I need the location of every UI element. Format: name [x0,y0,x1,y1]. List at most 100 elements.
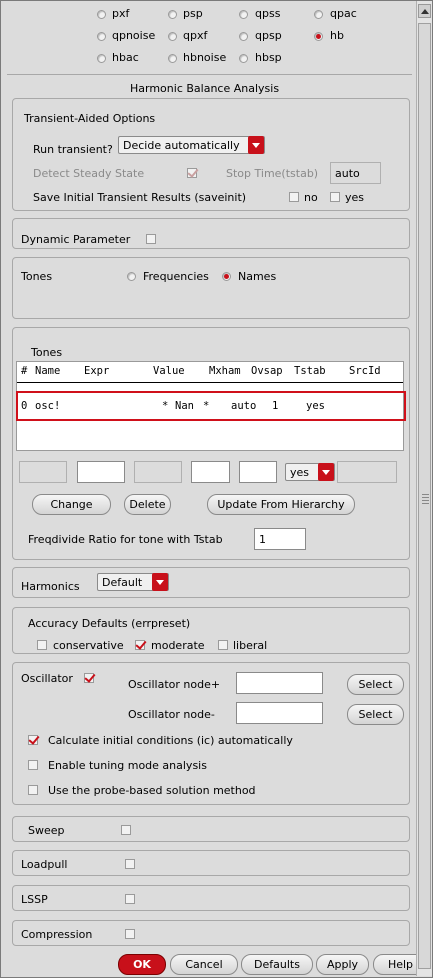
accuracy-group: Accuracy Defaults (errpreset) conservati… [12,607,410,654]
ok-button[interactable]: OK [118,954,166,975]
radio-names[interactable] [222,272,231,281]
radio-qpxf[interactable] [168,32,177,41]
radio-qpsp-label: qpsp [255,29,282,42]
radio-qpss[interactable] [239,10,248,19]
freqdivide-field[interactable]: 1 [254,528,306,550]
edit-value-field[interactable] [134,461,182,483]
select-node-plus-button[interactable]: Select [347,674,404,695]
tones-table: # Name Expr Value Mxham Ovsap Tstab SrcI… [16,361,406,451]
radio-hbac-label: hbac [112,51,139,64]
radio-pxf[interactable] [97,10,106,19]
ic-checkbox[interactable] [28,735,38,745]
lssp-group: LSSP [12,885,410,911]
separator [7,74,412,75]
detect-steady-state-checkbox[interactable] [187,168,197,178]
transient-options-title: Transient-Aided Options [24,112,156,125]
harmonics-select[interactable]: Default [97,573,169,591]
save-initial-yes-checkbox[interactable] [330,192,340,202]
radio-hb[interactable] [314,32,323,41]
probe-method-checkbox[interactable] [28,785,38,795]
freqdivide-label: Freqdivide Ratio for tone with Tstab [28,533,223,546]
row-srcid: yes [306,400,325,412]
scrollbar-thumb[interactable] [418,23,431,969]
dynamic-parameter-checkbox[interactable] [146,234,156,244]
radio-qpnoise[interactable] [97,32,106,41]
oscillator-checkbox[interactable] [84,673,94,683]
row-mxham: * [203,400,210,412]
run-transient-value: Decide automatically [123,139,240,152]
stop-time-value: auto [335,167,360,180]
tones-mode-group: Tones Frequencies Names [12,257,410,319]
edit-expr-field[interactable] [77,461,125,483]
liberal-checkbox[interactable] [218,640,228,650]
radio-names-label: Names [238,270,277,283]
loadpull-group: Loadpull [12,850,410,876]
radio-frequencies-label: Frequencies [143,270,209,283]
save-initial-yes-label: yes [345,191,365,204]
moderate-checkbox[interactable] [135,640,145,650]
radio-hbnoise-label: hbnoise [183,51,227,64]
freqdivide-value: 1 [259,533,266,546]
lssp-checkbox[interactable] [125,894,135,904]
row-expr: * [162,400,169,412]
oscillator-node-minus-field[interactable] [236,702,323,724]
radio-psp-label: psp [183,7,203,20]
compression-checkbox[interactable] [125,929,135,939]
save-initial-no-checkbox[interactable] [289,192,299,202]
tones-mode-label: Tones [21,270,53,283]
radio-psp[interactable] [168,10,177,19]
radio-qpac[interactable] [314,10,323,19]
probe-method-label: Use the probe-based solution method [48,784,256,797]
harmonics-group: Harmonics Default [12,567,410,598]
oscillator-group: Oscillator Oscillator node+ Select Oscil… [12,662,410,805]
radio-hbnoise[interactable] [168,54,177,63]
stop-time-label: Stop Time(tstab) [226,167,319,180]
loadpull-checkbox[interactable] [125,859,135,869]
oscillator-label: Oscillator [21,672,73,685]
tones-table-title: Tones [31,346,63,359]
vertical-scrollbar[interactable] [416,1,432,976]
cancel-button[interactable]: Cancel [170,954,238,975]
conservative-checkbox[interactable] [37,640,47,650]
chevron-down-icon [248,136,264,154]
change-button[interactable]: Change [32,494,111,515]
col-header-value: Value [153,365,185,377]
stop-time-field[interactable]: auto [330,162,381,184]
radio-hbsp-label: hbsp [255,51,282,64]
radio-qpsp[interactable] [239,32,248,41]
lssp-label: LSSP [21,893,48,906]
compression-label: Compression [21,928,93,941]
run-transient-select[interactable]: Decide automatically [118,136,265,154]
defaults-button[interactable]: Defaults [241,954,313,975]
edit-srcid-field[interactable] [337,461,397,483]
radio-frequencies[interactable] [127,272,136,281]
tuning-mode-checkbox[interactable] [28,760,38,770]
sweep-group: Sweep [12,816,410,842]
radio-qpxf-label: qpxf [183,29,208,42]
harmonics-label: Harmonics [21,580,80,593]
scroll-up-icon[interactable] [418,4,431,18]
apply-button[interactable]: Apply [316,954,369,975]
tuning-mode-label: Enable tuning mode analysis [48,759,207,772]
sweep-label: Sweep [28,824,65,837]
hb-options-dialog: pxf psp qpss qpac qpnoise qpxf qpsp hb h… [0,0,433,978]
edit-tstab-select[interactable]: yes [285,463,335,481]
row-num: 0 [21,400,28,412]
edit-ovsap-field[interactable] [239,461,277,483]
update-from-hierarchy-button[interactable]: Update From Hierarchy [207,494,355,515]
chevron-down-icon [318,463,334,481]
radio-pxf-label: pxf [112,7,130,20]
radio-hbsp[interactable] [239,54,248,63]
edit-name-field[interactable] [19,461,67,483]
table-row[interactable]: 0 osc! * Nan * auto 1 yes [16,391,406,421]
oscillator-node-plus-field[interactable] [236,672,323,694]
delete-button[interactable]: Delete [124,494,171,515]
sweep-checkbox[interactable] [121,825,131,835]
edit-mxham-field[interactable] [191,461,230,483]
select-node-minus-button[interactable]: Select [347,704,404,725]
col-header-num: # [21,365,28,377]
grip-line [422,503,429,504]
radio-hbac[interactable] [97,54,106,63]
harmonics-value: Default [102,576,143,589]
grip-line [422,497,429,498]
